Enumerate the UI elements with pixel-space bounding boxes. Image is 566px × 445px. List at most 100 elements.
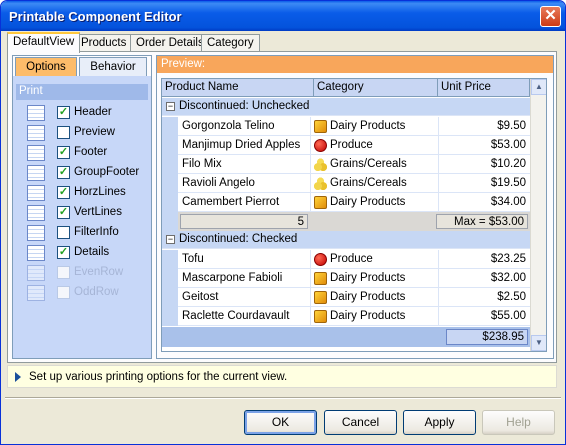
grand-total-row: $238.95 [162, 327, 530, 347]
separator [5, 397, 561, 399]
column-header-product-name[interactable]: Product Name [162, 79, 314, 97]
option-grid-icon [27, 165, 45, 181]
tab-defaultview[interactable]: DefaultView [7, 32, 81, 53]
unit-price-cell: $23.25 [490, 253, 526, 265]
hint-bar: Set up various printing options for the … [7, 365, 557, 388]
tab-behavior[interactable]: Behavior [79, 57, 147, 76]
group-title: Discontinued: Unchecked [179, 100, 310, 112]
print-option-footer[interactable]: ✓ Footer [16, 143, 148, 163]
category-cell: Grains/Cereals [330, 177, 407, 189]
option-label: Footer [74, 146, 108, 158]
option-grid-icon [27, 245, 45, 261]
editor-window: Printable Component Editor ✕ DefaultView… [0, 0, 566, 445]
table-row[interactable]: Geitost Dairy Products $2.50 [178, 288, 530, 307]
print-option-vertlines[interactable]: ✓ VertLines [16, 203, 148, 223]
option-label: OddRow [74, 286, 119, 298]
option-grid-icon [27, 105, 45, 121]
product-name-cell: Manjimup Dried Apples [182, 139, 301, 151]
print-option-oddrow[interactable]: OddRow [16, 283, 148, 303]
product-name-cell: Filo Mix [182, 158, 222, 170]
option-label: Preview [74, 126, 115, 138]
option-label: GroupFooter [74, 166, 140, 178]
option-checkbox[interactable]: ✓ [57, 106, 70, 119]
hint-arrow-icon [15, 372, 21, 382]
apply-button[interactable]: Apply [403, 410, 476, 435]
category-cell: Dairy Products [330, 310, 406, 322]
help-button[interactable]: Help [482, 410, 555, 435]
option-checkbox[interactable] [57, 286, 70, 299]
hint-text: Set up various printing options for the … [29, 371, 288, 383]
option-checkbox[interactable] [57, 266, 70, 279]
unit-price-cell: $2.50 [497, 291, 526, 303]
group-row[interactable]: − Discontinued: Checked [162, 231, 530, 249]
print-option-preview[interactable]: Preview [16, 123, 148, 143]
product-name-cell: Raclette Courdavault [182, 310, 290, 322]
print-option-groupfooter[interactable]: ✓ GroupFooter [16, 163, 148, 183]
category-cell: Produce [330, 253, 373, 265]
option-grid-icon [27, 225, 45, 241]
unit-price-cell: $10.20 [490, 158, 526, 170]
scroll-down-icon[interactable]: ▼ [531, 335, 546, 351]
vertical-scrollbar[interactable]: ▲ ▼ [530, 79, 546, 351]
option-label: FilterInfo [74, 226, 119, 238]
tab-order-details[interactable]: Order Details [130, 34, 210, 52]
unit-price-cell: $9.50 [497, 120, 526, 132]
table-row[interactable]: Mascarpone Fabioli Dairy Products $32.00 [178, 269, 530, 288]
category-cell: Produce [330, 139, 373, 151]
group-footer-row: 5 Max = $53.00 [178, 212, 530, 231]
table-row[interactable]: Manjimup Dried Apples Produce $53.00 [178, 136, 530, 155]
ok-button[interactable]: OK [244, 410, 317, 435]
title-bar[interactable]: Printable Component Editor ✕ [1, 1, 565, 31]
tab-category[interactable]: Category [201, 34, 260, 52]
option-checkbox[interactable] [57, 126, 70, 139]
collapse-icon[interactable]: − [166, 102, 175, 111]
group-max: Max = $53.00 [436, 214, 528, 229]
option-checkbox[interactable]: ✓ [57, 206, 70, 219]
column-header-category[interactable]: Category [314, 79, 438, 97]
preview-grid: Product Name Category Unit Price − Discon… [161, 78, 547, 352]
option-checkbox[interactable]: ✓ [57, 146, 70, 159]
option-label: HorzLines [74, 186, 126, 198]
table-row[interactable]: Gorgonzola Telino Dairy Products $9.50 [178, 117, 530, 136]
option-checkbox[interactable]: ✓ [57, 246, 70, 259]
category-cell: Dairy Products [330, 291, 406, 303]
option-checkbox[interactable]: ✓ [57, 186, 70, 199]
print-option-header[interactable]: ✓ Header [16, 103, 148, 123]
unit-price-cell: $32.00 [490, 272, 526, 284]
table-row[interactable]: Camembert Pierrot Dairy Products $34.00 [178, 193, 530, 212]
option-grid-icon [27, 125, 45, 141]
cancel-button[interactable]: Cancel [324, 410, 397, 435]
tab-options[interactable]: Options [15, 57, 77, 76]
unit-price-cell: $55.00 [490, 310, 526, 322]
collapse-icon[interactable]: − [166, 235, 175, 244]
dairy-icon [314, 120, 327, 133]
product-name-cell: Mascarpone Fabioli [182, 272, 283, 284]
table-row[interactable]: Tofu Produce $23.25 [178, 250, 530, 269]
group-title: Discontinued: Checked [179, 233, 298, 245]
group-row[interactable]: − Discontinued: Unchecked [162, 98, 530, 116]
produce-icon [314, 139, 327, 152]
option-grid-icon [27, 145, 45, 161]
print-option-horzlines[interactable]: ✓ HorzLines [16, 183, 148, 203]
print-option-details[interactable]: ✓ Details [16, 243, 148, 263]
print-option-filterinfo[interactable]: FilterInfo [16, 223, 148, 243]
scroll-up-icon[interactable]: ▲ [531, 79, 546, 95]
tab-products[interactable]: Products [75, 34, 133, 52]
dairy-icon [314, 291, 327, 304]
group-indent [162, 250, 178, 326]
print-option-evenrow[interactable]: EvenRow [16, 263, 148, 283]
table-row[interactable]: Ravioli Angelo Grains/Cereals $19.50 [178, 174, 530, 193]
product-name-cell: Tofu [182, 253, 204, 265]
close-icon: ✕ [544, 7, 557, 24]
option-checkbox[interactable]: ✓ [57, 166, 70, 179]
product-name-cell: Gorgonzola Telino [182, 120, 275, 132]
option-checkbox[interactable] [57, 226, 70, 239]
table-row[interactable]: Raclette Courdavault Dairy Products $55.00 [178, 307, 530, 326]
category-cell: Dairy Products [330, 272, 406, 284]
print-section-header: Print [16, 84, 148, 100]
column-header-unit-price[interactable]: Unit Price [438, 79, 530, 97]
close-button[interactable]: ✕ [540, 6, 561, 27]
product-name-cell: Ravioli Angelo [182, 177, 255, 189]
table-row[interactable]: Filo Mix Grains/Cereals $10.20 [178, 155, 530, 174]
category-cell: Dairy Products [330, 196, 406, 208]
